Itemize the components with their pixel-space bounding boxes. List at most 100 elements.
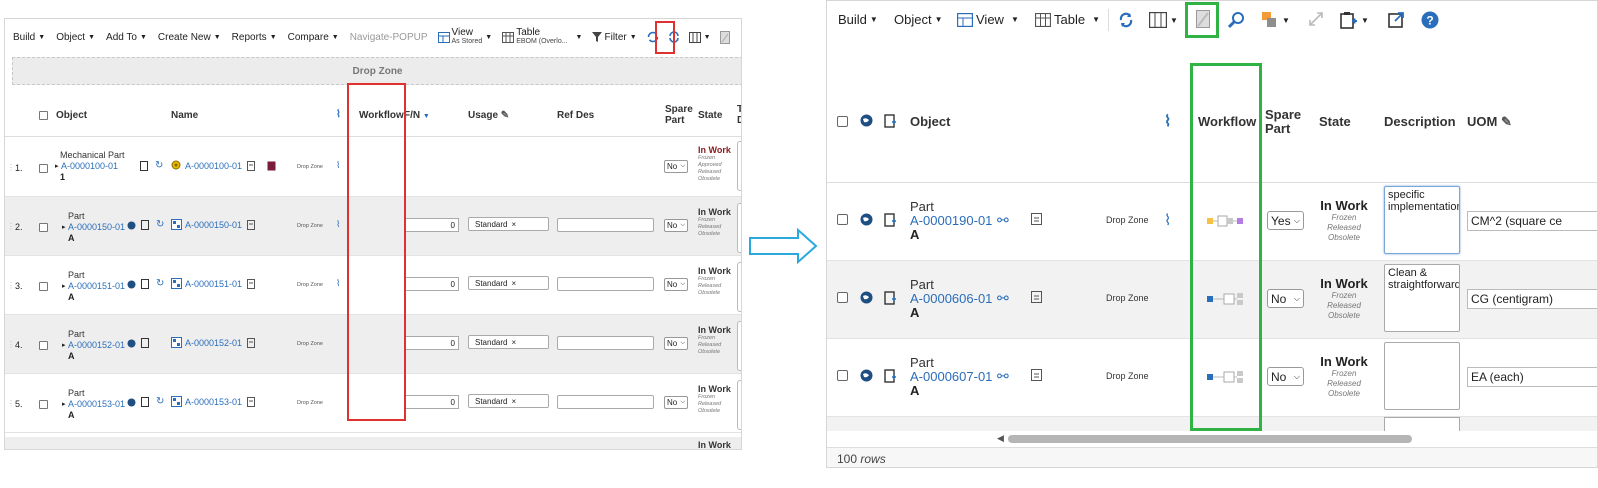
uom-field[interactable]: EA (each) xyxy=(1467,367,1597,387)
row-drop-zone[interactable]: Drop Zone xyxy=(1106,293,1149,303)
table-menu[interactable]: Table ▼ xyxy=(1035,12,1100,27)
view-menu[interactable]: View As Stored ▼ xyxy=(437,28,492,46)
column-state[interactable]: State xyxy=(698,110,722,121)
clipboard-icon[interactable] xyxy=(1031,212,1042,225)
truncated-field[interactable] xyxy=(737,321,741,371)
drag-handle-icon[interactable]: ⋮ xyxy=(7,163,15,172)
column-uom[interactable]: UOM ✎ xyxy=(1467,114,1512,130)
name-link[interactable]: A-0000150-01 xyxy=(185,220,242,230)
object-id-link[interactable]: A-0000190-01 xyxy=(910,213,992,228)
column-ref-des[interactable]: Ref Des xyxy=(557,110,594,121)
row-drop-zone[interactable]: Drop Zone xyxy=(297,341,323,347)
truncated-field[interactable] xyxy=(737,262,741,312)
name-link[interactable]: A-0000151-01 xyxy=(185,279,242,289)
spare-part-select[interactable]: Yes ⌵ xyxy=(1267,211,1304,230)
ref-des-input[interactable] xyxy=(557,277,654,291)
column-spare-part[interactable]: Spare Part xyxy=(1265,108,1301,136)
clipboard-icon[interactable] xyxy=(247,161,255,173)
spare-part-select[interactable]: No ⌵ xyxy=(664,396,688,409)
link-chain-icon[interactable]: ⚯ xyxy=(997,212,1009,229)
column-config-button[interactable]: ▼ xyxy=(688,31,711,43)
clipboard-icon[interactable] xyxy=(140,161,148,173)
column-usage[interactable]: Usage ✎ xyxy=(468,110,509,121)
truncated-field[interactable] xyxy=(737,203,741,253)
open-window-button[interactable] xyxy=(1388,11,1405,28)
home-button[interactable]: ▼ xyxy=(740,31,741,43)
drag-handle-icon[interactable]: ⋮ xyxy=(7,222,15,231)
row-checkbox[interactable] xyxy=(39,223,48,232)
expand-button[interactable] xyxy=(1308,11,1324,27)
fn-input[interactable]: 0 xyxy=(405,336,459,350)
uom-field[interactable]: CG (centigram) xyxy=(1467,289,1597,309)
spare-part-select[interactable]: No ⌵ xyxy=(664,337,688,350)
row-drop-zone[interactable]: Drop Zone xyxy=(297,282,323,288)
object-menu[interactable]: Object ▼ xyxy=(56,32,95,43)
view-menu[interactable]: View ▼ xyxy=(957,12,1019,27)
description-field[interactable]: Clean & straightforward xyxy=(1384,264,1460,332)
row-checkbox[interactable] xyxy=(39,164,48,173)
drag-handle-icon[interactable]: ⋮ xyxy=(7,399,15,408)
fn-input[interactable]: 0 xyxy=(405,395,459,409)
column-description[interactable]: Description xyxy=(1384,114,1456,129)
drop-zone[interactable]: Drop Zone xyxy=(12,57,741,85)
row-checkbox[interactable] xyxy=(837,370,848,381)
uom-field[interactable]: CM^2 (square ce xyxy=(1467,211,1597,231)
filter-menu[interactable]: Filter ▼ xyxy=(592,32,637,43)
description-field[interactable] xyxy=(1384,342,1460,410)
paperclip-icon[interactable]: ⌇ xyxy=(336,160,340,171)
sync-icon[interactable]: ↻ xyxy=(156,278,164,289)
object-id-link[interactable]: A-0000100-01 xyxy=(61,161,118,171)
clipboard-add-icon[interactable] xyxy=(884,212,897,227)
paperclip-icon[interactable]: ⌇ xyxy=(336,219,340,230)
truncated-field[interactable] xyxy=(737,141,741,191)
column-object[interactable]: Object xyxy=(56,110,87,121)
usage-select[interactable]: Standard × xyxy=(468,394,549,408)
truncated-field[interactable] xyxy=(737,380,741,430)
drag-handle-icon[interactable]: ⋮ xyxy=(7,281,15,290)
row-drop-zone[interactable]: Drop Zone xyxy=(297,164,323,170)
clipboard-icon[interactable] xyxy=(1031,368,1042,381)
search-button[interactable] xyxy=(1228,11,1246,29)
build-menu[interactable]: Build ▼ xyxy=(838,12,878,27)
select-all-checkbox[interactable] xyxy=(39,111,48,120)
clipboard-add-icon[interactable] xyxy=(884,290,897,305)
clipboard-icon[interactable] xyxy=(247,338,255,350)
spare-part-select[interactable]: No ⌵ xyxy=(664,278,688,291)
ref-des-input[interactable] xyxy=(557,395,654,409)
paint-format-button[interactable]: ▼ xyxy=(1261,11,1290,29)
refresh-button[interactable] xyxy=(1117,11,1135,29)
sync-icon[interactable]: ↻ xyxy=(156,396,164,407)
row-checkbox[interactable] xyxy=(39,282,48,291)
clipboard-icon[interactable] xyxy=(247,279,255,291)
row-drop-zone[interactable]: Drop Zone xyxy=(1106,215,1149,225)
paperclip-icon[interactable]: ⌇ xyxy=(1164,211,1171,229)
drag-handle-icon[interactable]: ⋮ xyxy=(7,340,15,349)
expand-arrow-icon[interactable]: ▸ xyxy=(62,400,66,408)
horizontal-scrollbar[interactable]: ◀ xyxy=(827,431,1597,447)
clipboard-icon[interactable] xyxy=(141,338,149,350)
row-drop-zone[interactable]: Drop Zone xyxy=(297,223,323,229)
sync-icon[interactable]: ↻ xyxy=(156,219,164,230)
spare-part-select[interactable]: No ⌵ xyxy=(1267,289,1304,308)
scroll-left-icon[interactable]: ◀ xyxy=(997,433,1004,444)
clipboard-icon[interactable] xyxy=(1031,290,1042,303)
ref-des-input[interactable] xyxy=(557,336,654,350)
link-chain-icon[interactable]: ⚯ xyxy=(997,368,1009,385)
compare-menu[interactable]: Compare ▼ xyxy=(288,32,339,43)
partial-description-field[interactable] xyxy=(1384,417,1460,431)
add-to-menu[interactable]: Add To ▼ xyxy=(106,32,147,43)
spare-part-select[interactable]: No ⌵ xyxy=(664,219,688,232)
expand-arrow-icon[interactable]: ▸ xyxy=(62,282,66,290)
usage-select[interactable]: Standard × xyxy=(468,276,549,290)
fn-input[interactable]: 0 xyxy=(405,218,459,232)
row-drop-zone[interactable]: Drop Zone xyxy=(1106,371,1149,381)
row-checkbox[interactable] xyxy=(39,341,48,350)
spare-part-select[interactable]: No ⌵ xyxy=(1267,367,1304,386)
paperclip-icon[interactable]: ⌇ xyxy=(336,278,340,289)
build-menu[interactable]: Build ▼ xyxy=(13,32,45,43)
object-id-link[interactable]: A-0000152-01 xyxy=(68,340,125,350)
fn-input[interactable]: 0 xyxy=(405,277,459,291)
column-object[interactable]: Object xyxy=(910,114,950,129)
table-menu[interactable]: Table EBOM (Overlo... ▼ xyxy=(502,28,582,46)
expand-arrow-icon[interactable]: ▸ xyxy=(62,223,66,231)
